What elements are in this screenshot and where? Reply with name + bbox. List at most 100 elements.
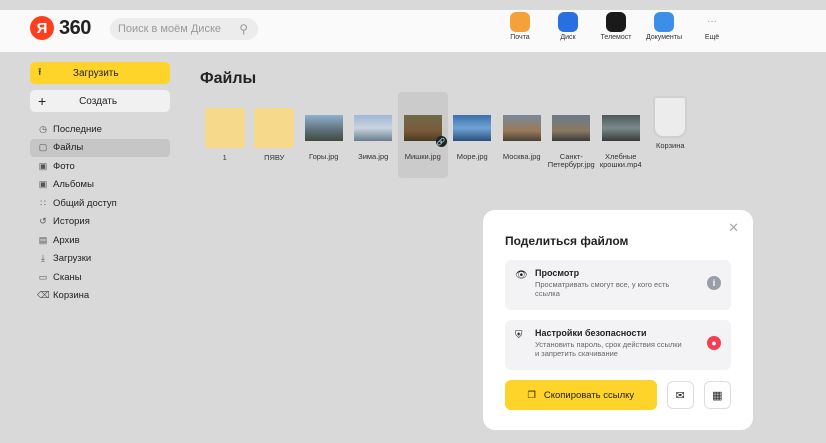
sidebar-item-shared[interactable]: ∷ Общий доступ <box>30 194 170 213</box>
file-name: Санкт-Петербург.jpg <box>547 152 595 169</box>
app-mail[interactable]: Почта <box>496 12 544 41</box>
app-disk[interactable]: Диск <box>544 12 592 41</box>
video-thumbnail <box>601 115 640 141</box>
mail-icon: ✉ <box>675 389 685 402</box>
sidebar-item-label: Последние <box>53 123 102 135</box>
lock-icon[interactable]: ● <box>707 336 721 350</box>
top-bar: Я 360 Поиск в моём Диске ⚲ Почта Диск Те… <box>0 10 826 52</box>
yandex-360-logo[interactable]: Я 360 <box>30 16 91 40</box>
sidebar-item-label: Файлы <box>53 142 84 154</box>
security-description: Установить пароль, срок действия ссылки … <box>535 340 682 358</box>
image-thumbnail <box>502 115 541 141</box>
download-icon: ⤓ <box>41 253 45 264</box>
sidebar-item-label: Фото <box>53 160 75 172</box>
copy-icon: ❐ <box>527 389 536 401</box>
file-item-image[interactable]: Санкт-Петербург.jpg <box>547 92 597 178</box>
create-button[interactable]: + Создать <box>30 90 170 112</box>
sidebar-item-label: Архив <box>53 234 80 246</box>
file-name: Хлебные крошки.mp4 <box>599 152 642 169</box>
view-description: Просматривать смогут все, у кого есть сс… <box>535 280 670 298</box>
view-title: Просмотр <box>535 268 580 278</box>
search-icon[interactable]: ⚲ <box>239 18 248 40</box>
sidebar-item-photo[interactable]: ▣ Фото <box>30 157 170 176</box>
file-name: Горы.jpg <box>309 152 339 161</box>
app-more[interactable]: ··· Ещё <box>688 12 736 41</box>
logo-text: 360 <box>59 16 91 39</box>
trash-bin-icon <box>653 96 688 138</box>
share-actions: ❐ Скопировать ссылку ✉ ▦ <box>505 380 731 410</box>
telemost-icon <box>606 12 626 32</box>
disk-icon <box>558 12 578 32</box>
qr-code-button[interactable]: ▦ <box>703 381 731 409</box>
qr-code-icon: ▦ <box>712 389 723 402</box>
image-thumbnail <box>304 115 343 141</box>
sidebar-item-recent[interactable]: ◷ Последние <box>30 120 170 139</box>
file-item-image[interactable]: Москва.jpg <box>497 92 547 178</box>
security-title: Настройки безопасности <box>535 328 647 338</box>
file-grid: 1 ПЯВУ Горы.jpg Зима.jpg 🔗 Мишки.jpg Мор… <box>200 92 695 178</box>
album-icon: ▣ <box>38 179 48 190</box>
search-placeholder: Поиск в моём Диске <box>118 23 222 35</box>
image-thumbnail: 🔗 <box>403 115 447 147</box>
upload-label: Загрузить <box>72 67 119 79</box>
sidebar-item-downloads[interactable]: ⤓ Загрузки <box>30 250 170 269</box>
sidebar-item-label: Общий доступ <box>53 197 117 209</box>
sidebar-item-label: Сканы <box>53 271 82 283</box>
documents-icon <box>654 12 674 32</box>
photo-icon: ▣ <box>38 160 48 171</box>
email-share-button[interactable]: ✉ <box>666 381 694 409</box>
folder-icon <box>204 108 245 148</box>
file-name: Зима.jpg <box>358 152 389 161</box>
plus-icon: + <box>38 93 47 109</box>
upload-button[interactable]: ⭱ Загрузить <box>30 62 170 84</box>
sidebar-item-scans[interactable]: ▭ Сканы <box>30 268 170 287</box>
sidebar-item-label: Загрузки <box>53 253 92 265</box>
file-item-image[interactable]: Море.jpg <box>448 92 498 178</box>
file-name: ПЯВУ <box>264 153 285 162</box>
view-access-card[interactable]: 👁 Просмотр Просматривать смогут все, у к… <box>505 260 731 310</box>
sidebar-item-history[interactable]: ↺ История <box>30 213 170 232</box>
app-label: Телемост <box>600 34 632 41</box>
sidebar-item-trash[interactable]: ⌫ Корзина <box>30 287 170 306</box>
app-label: Диск <box>560 34 576 41</box>
file-item-folder[interactable]: ПЯВУ <box>250 92 300 178</box>
apps-bar: Почта Диск Телемост Документы ··· Ещё <box>496 12 736 41</box>
file-name: Море.jpg <box>456 152 488 161</box>
sidebar-item-archive[interactable]: ▤ Архив <box>30 231 170 250</box>
file-item-trash[interactable]: Корзина <box>646 92 696 178</box>
file-item-image-selected[interactable]: 🔗 Мишки.jpg <box>398 92 448 178</box>
file-name: Мишки.jpg <box>404 152 441 161</box>
app-documents[interactable]: Документы <box>640 12 688 41</box>
more-icon: ··· <box>707 16 717 27</box>
app-telemost[interactable]: Телемост <box>592 12 640 41</box>
sidebar-item-label: Корзина <box>53 290 90 302</box>
page-title: Файлы <box>200 70 257 87</box>
create-label: Создать <box>79 95 118 107</box>
link-icon: 🔗 <box>435 136 447 147</box>
file-item-image[interactable]: Зима.jpg <box>349 92 399 178</box>
sidebar-item-files[interactable]: ▢ Файлы <box>30 138 170 157</box>
search-input[interactable]: Поиск в моём Диске ⚲ <box>110 18 258 40</box>
share-file-dialog: ✕ Поделиться файлом 👁 Просмотр Просматри… <box>483 210 753 430</box>
sidebar: ⭱ Загрузить + Создать ◷ Последние ▢ Файлы … <box>30 62 170 305</box>
close-icon[interactable]: ✕ <box>728 220 739 236</box>
file-name: Москва.jpg <box>502 152 541 161</box>
shield-icon: ⛨ <box>515 330 523 341</box>
sidebar-item-albums[interactable]: ▣ Альбомы <box>30 176 170 195</box>
yandex-logo-icon: Я <box>30 16 54 40</box>
copy-link-button[interactable]: ❐ Скопировать ссылку <box>505 380 657 410</box>
app-label: Ещё <box>704 34 720 41</box>
copy-link-label: Скопировать ссылку <box>543 389 635 401</box>
shared-icon: ∷ <box>40 197 46 208</box>
security-settings-card[interactable]: ⛨ Настройки безопасности Установить паро… <box>505 320 731 370</box>
app-label: Почта <box>510 34 530 41</box>
file-item-folder[interactable]: 1 <box>200 92 250 178</box>
image-thumbnail <box>453 115 492 141</box>
file-item-image[interactable]: Горы.jpg <box>299 92 349 178</box>
file-item-video[interactable]: Хлебные крошки.mp4 <box>596 92 646 178</box>
clock-icon: ◷ <box>39 123 47 134</box>
app-label: Документы <box>645 34 683 41</box>
info-icon[interactable]: i <box>707 276 721 290</box>
file-name: 1 <box>222 153 227 162</box>
scan-icon: ▭ <box>38 271 48 282</box>
